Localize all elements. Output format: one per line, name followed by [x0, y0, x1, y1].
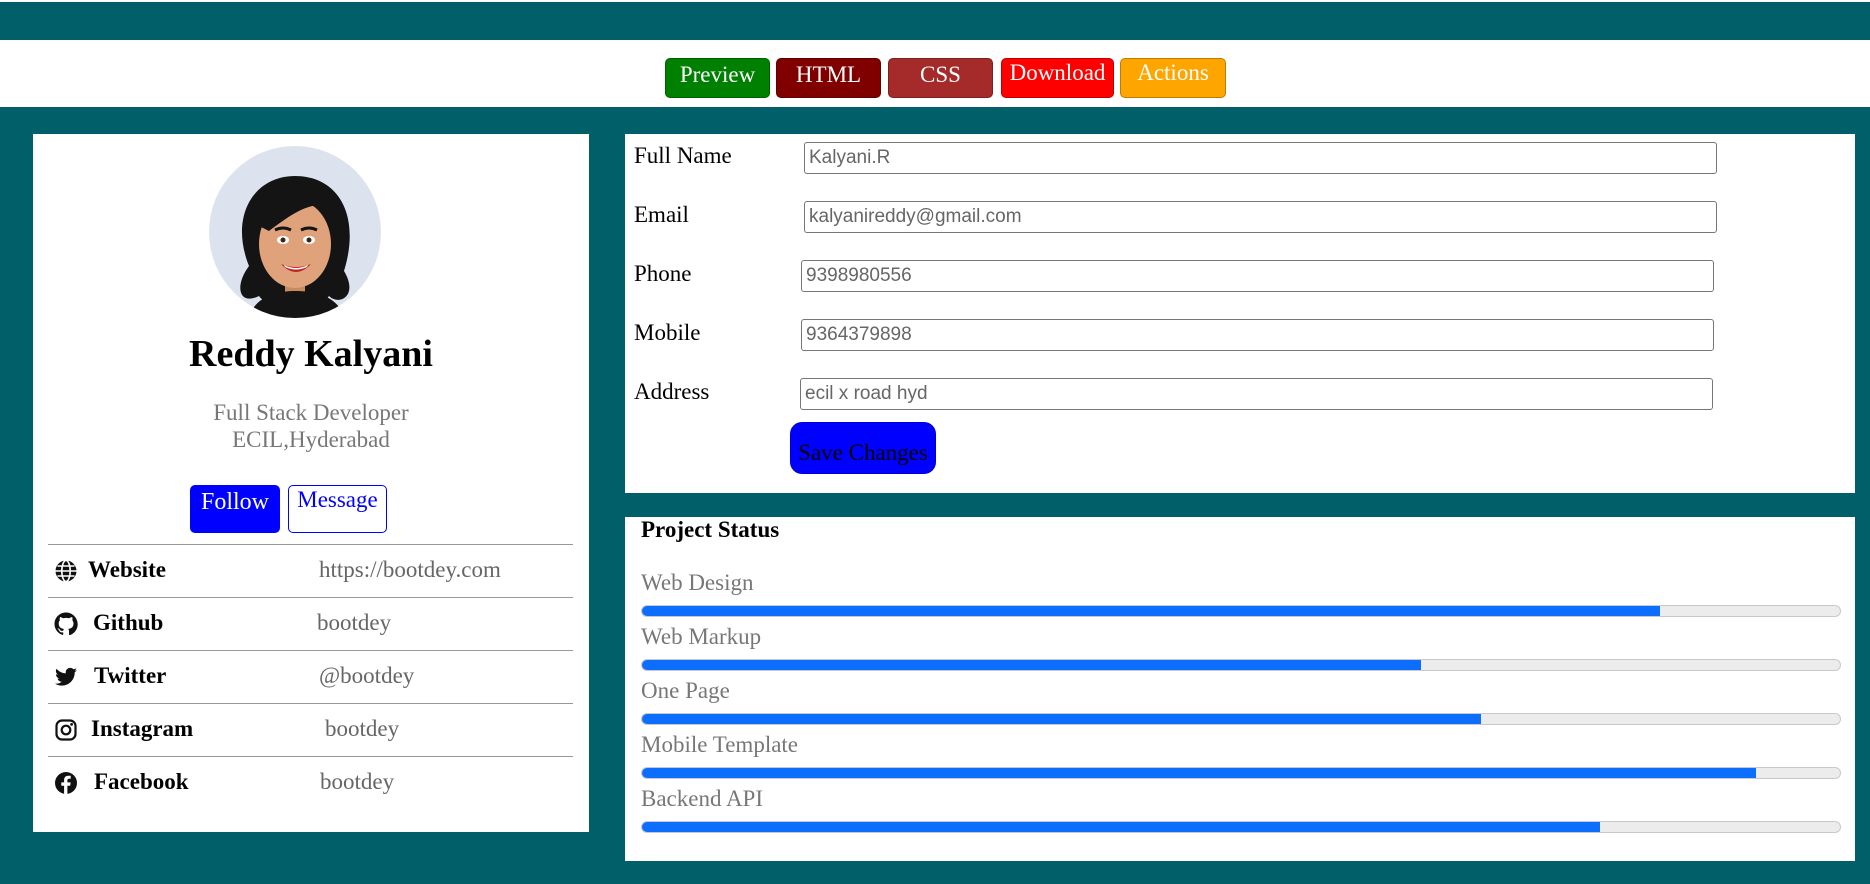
social-row-website[interactable]: Website https://bootdey.com — [48, 544, 573, 597]
progress-bar-web-design — [641, 605, 1841, 617]
progress-bar-web-markup — [641, 659, 1841, 671]
download-button[interactable]: Download — [1001, 58, 1114, 98]
avatar-image — [240, 176, 350, 318]
mobile-label: Mobile — [634, 320, 701, 345]
save-changes-button[interactable]: Save Changes — [790, 422, 936, 474]
progress-bar-one-page — [641, 713, 1841, 725]
progress-label: Backend API — [641, 786, 764, 811]
social-value[interactable]: @bootdey — [319, 663, 414, 689]
phone-label: Phone — [634, 261, 692, 286]
mobile-input[interactable] — [801, 319, 1714, 351]
social-row-facebook[interactable]: Facebook bootdey — [48, 756, 573, 809]
profile-card: Reddy Kalyani Full Stack Developer ECIL,… — [33, 134, 589, 832]
progress-bar-backend-api — [641, 821, 1841, 833]
avatar — [209, 146, 381, 318]
social-label: Github — [93, 610, 164, 635]
html-button[interactable]: HTML — [776, 58, 881, 98]
social-label: Instagram — [91, 716, 194, 741]
progress-bar-mobile-template — [641, 767, 1841, 779]
social-value[interactable]: bootdey — [325, 716, 399, 742]
social-label: Facebook — [94, 769, 189, 794]
social-row-github[interactable]: Github bootdey — [48, 597, 573, 650]
message-button[interactable]: Message — [288, 485, 387, 533]
social-label: Twitter — [94, 663, 167, 688]
globe-icon — [55, 559, 77, 583]
top-banner — [0, 0, 1870, 40]
full-name-label: Full Name — [634, 143, 732, 168]
profile-location: ECIL,Hyderabad — [232, 427, 390, 452]
progress-label: One Page — [641, 678, 730, 703]
social-row-twitter[interactable]: Twitter @bootdey — [48, 650, 573, 703]
address-input[interactable] — [800, 378, 1713, 410]
social-value[interactable]: bootdey — [320, 769, 394, 795]
instagram-icon — [55, 719, 77, 741]
facebook-icon — [55, 772, 77, 794]
github-icon — [54, 612, 78, 636]
profile-name: Reddy Kalyani — [189, 333, 433, 375]
social-row-instagram[interactable]: Instagram bootdey — [48, 703, 573, 756]
phone-input[interactable] — [801, 260, 1714, 292]
progress-label: Mobile Template — [641, 732, 799, 757]
actions-button[interactable]: Actions — [1120, 58, 1226, 98]
toolbar: Preview HTML CSS Download Actions — [0, 40, 1870, 107]
full-name-input[interactable] — [804, 142, 1717, 174]
edit-profile-form: Full Name Email Phone Mobile Address Sav… — [625, 134, 1855, 493]
progress-label: Web Markup — [641, 624, 762, 649]
email-label: Email — [634, 202, 689, 227]
preview-button[interactable]: Preview — [665, 58, 770, 98]
profile-role: Full Stack Developer — [213, 400, 409, 425]
follow-button[interactable]: Follow — [190, 485, 280, 533]
social-label: Website — [88, 557, 166, 582]
social-value[interactable]: bootdey — [317, 610, 391, 636]
progress-label: Web Design — [641, 570, 754, 595]
twitter-icon — [55, 667, 77, 686]
address-label: Address — [634, 379, 710, 404]
social-value[interactable]: https://bootdey.com — [319, 557, 501, 583]
email-input[interactable] — [804, 201, 1717, 233]
project-status-card: Project Status Web Design Web Markup One… — [625, 517, 1855, 861]
status-title: Project Status — [641, 517, 780, 542]
css-button[interactable]: CSS — [888, 58, 993, 98]
